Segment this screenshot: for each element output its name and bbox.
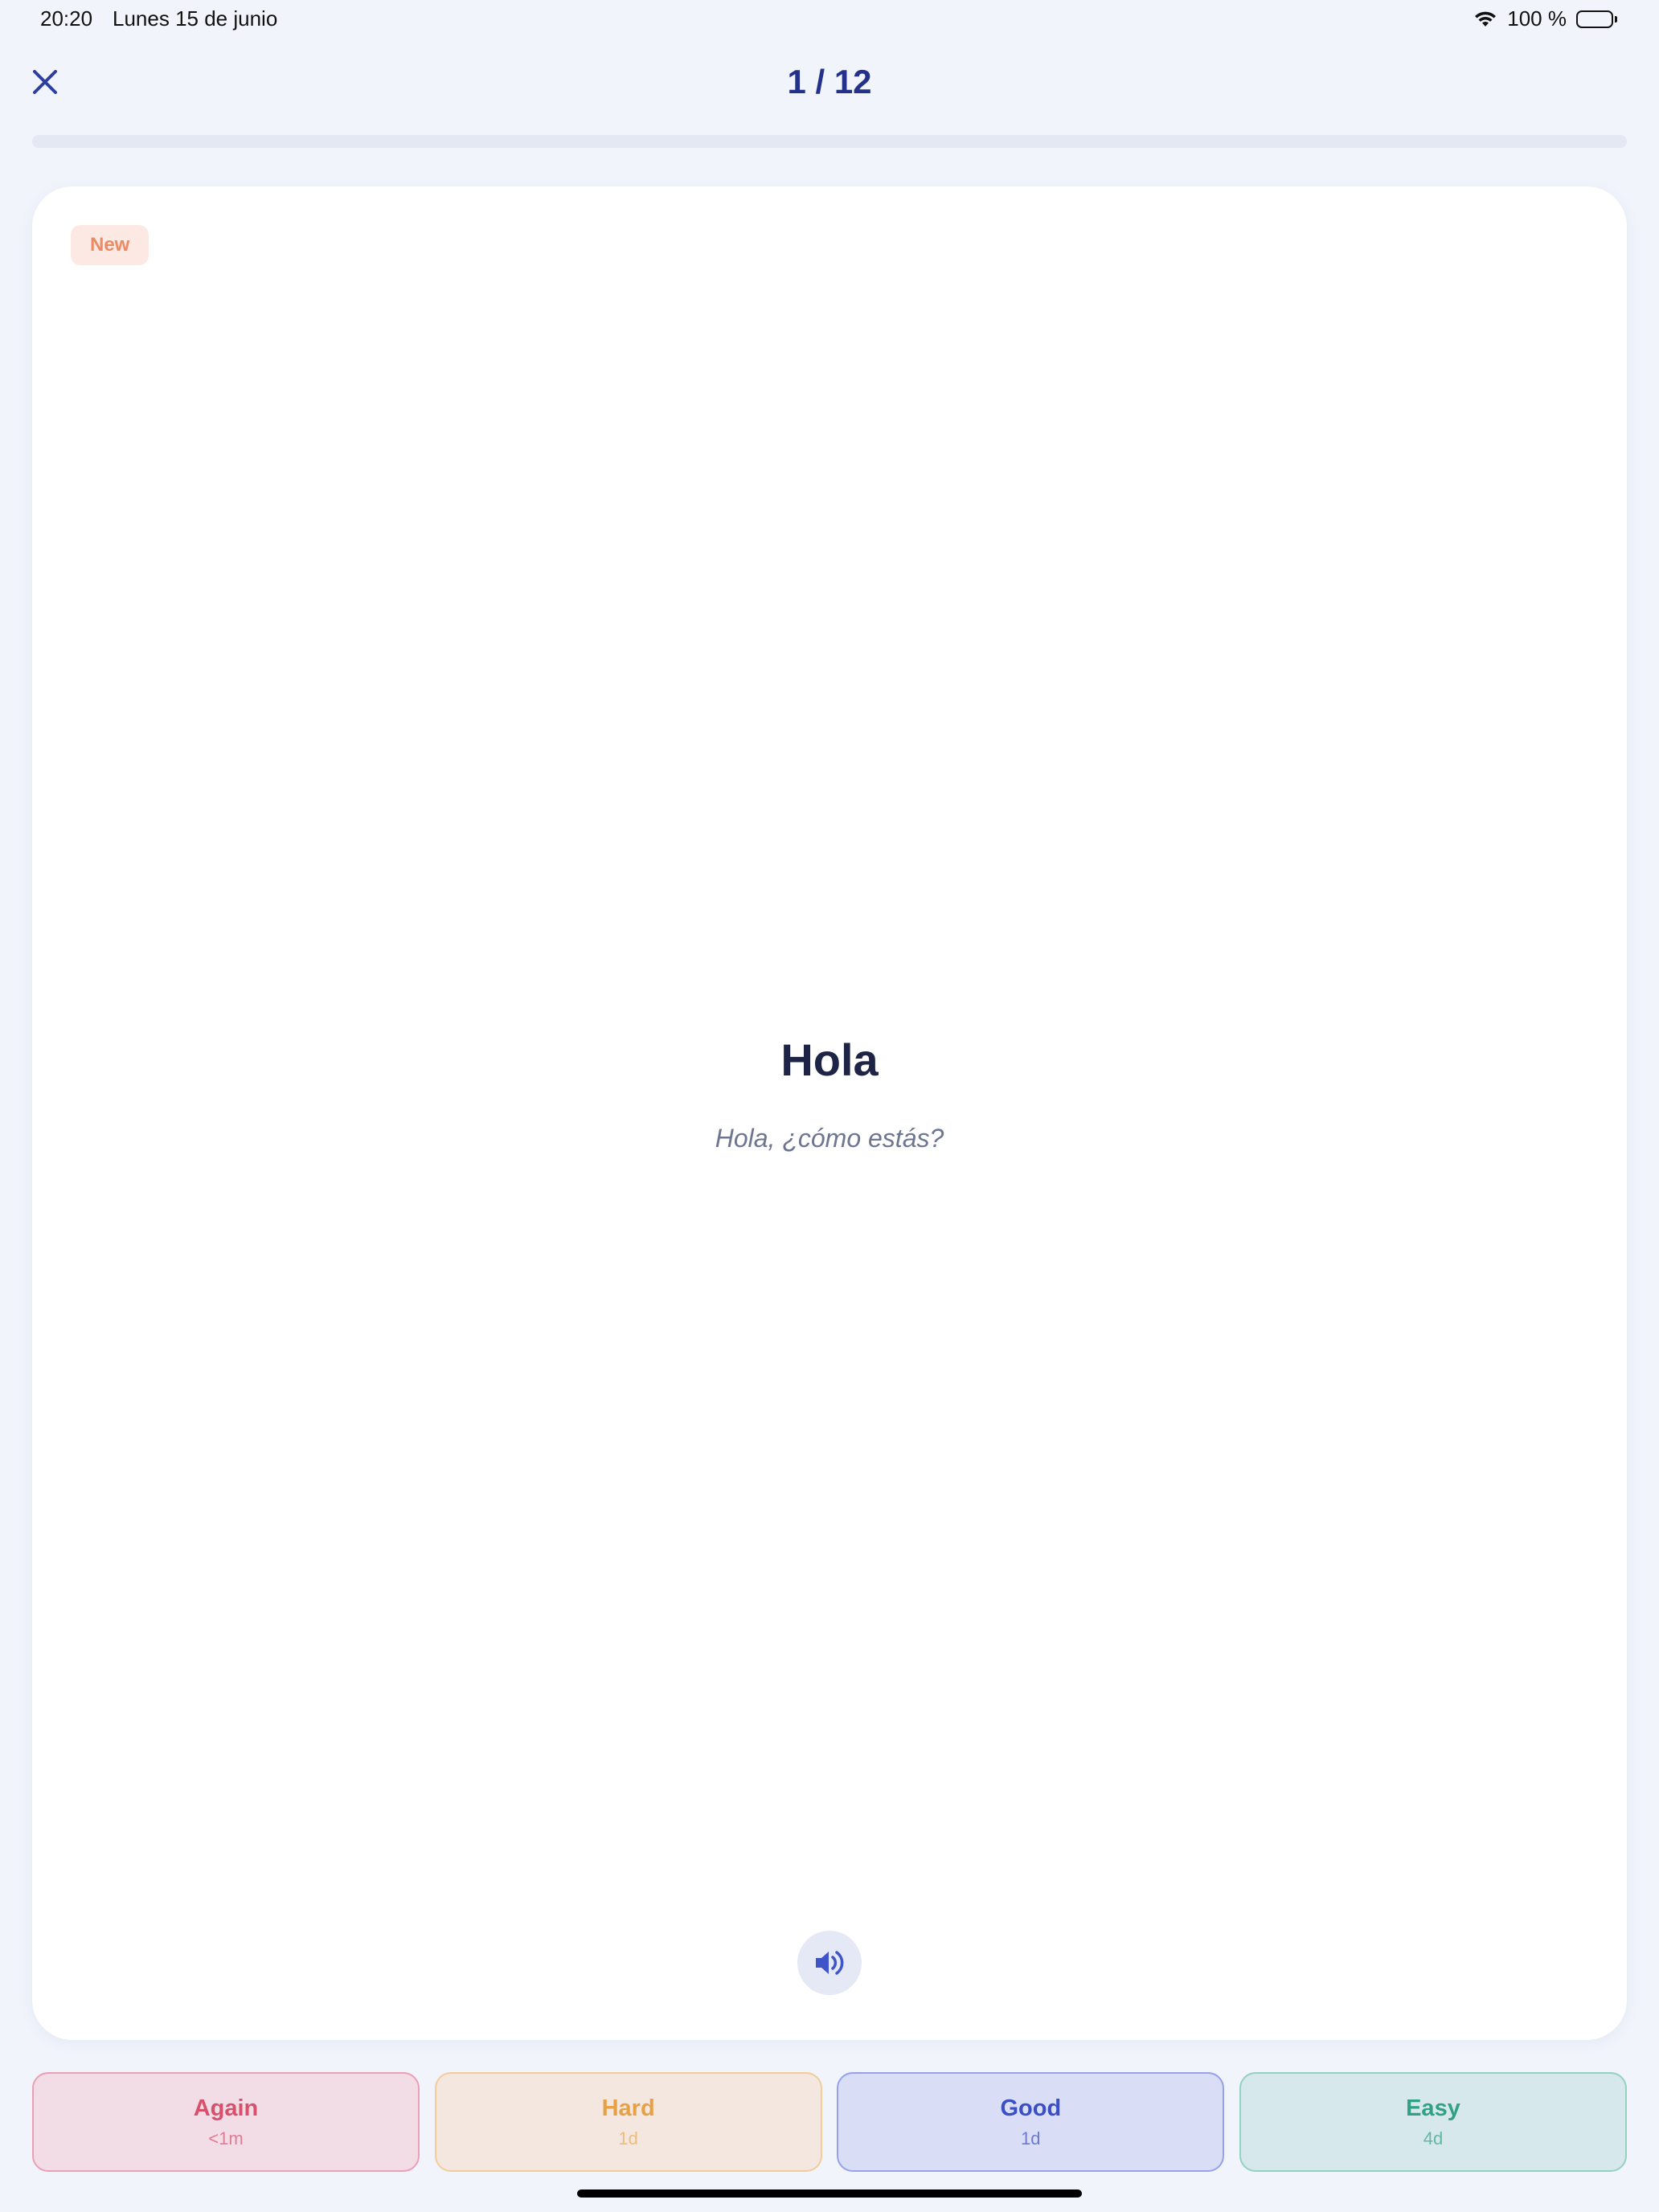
rating-interval: 4d [1423, 2128, 1444, 2149]
card-word: Hola [780, 1034, 879, 1085]
rating-interval: 1d [1021, 2128, 1041, 2149]
rating-interval: 1d [618, 2128, 638, 2149]
card-example: Hola, ¿cómo estás? [715, 1124, 944, 1153]
rating-label: Hard [601, 2095, 655, 2121]
hard-button[interactable]: Hard 1d [434, 2072, 822, 2172]
speaker-icon [816, 1951, 844, 1975]
play-audio-button[interactable] [797, 1931, 862, 1995]
card-counter: 1 / 12 [787, 63, 872, 100]
easy-button[interactable]: Easy 4d [1239, 2072, 1627, 2172]
rating-buttons: Again <1m Hard 1d Good 1d Easy 4d [32, 2072, 1627, 2172]
status-badge: New [71, 225, 150, 265]
flashcard[interactable]: New Hola Hola, ¿cómo estás? [32, 186, 1627, 2040]
status-date: Lunes 15 de junio [113, 6, 278, 31]
again-button[interactable]: Again <1m [32, 2072, 420, 2172]
rating-label: Easy [1406, 2095, 1460, 2121]
home-indicator[interactable] [577, 2189, 1082, 2198]
status-bar: 20:20 Lunes 15 de junio 100 % [0, 0, 1659, 39]
rating-label: Good [1000, 2095, 1062, 2121]
battery-percent: 100 % [1507, 6, 1567, 31]
progress-bar [32, 135, 1627, 148]
rating-interval: <1m [208, 2128, 244, 2149]
status-time: 20:20 [40, 6, 93, 31]
status-indicators: 100 % [1473, 6, 1617, 31]
good-button[interactable]: Good 1d [837, 2072, 1225, 2172]
rating-label: Again [193, 2095, 259, 2121]
battery-icon [1576, 10, 1617, 28]
wifi-icon [1473, 10, 1497, 28]
